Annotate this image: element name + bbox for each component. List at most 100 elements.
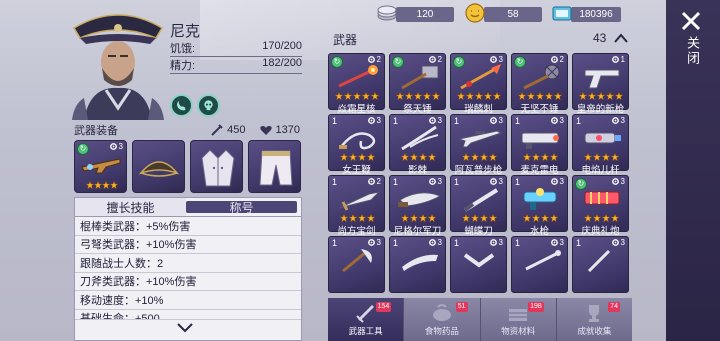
machete-icon: [398, 192, 442, 207]
weapon-cell[interactable]: 1 3 麦克雷电: [511, 114, 568, 176]
character-portrait[interactable]: [70, 8, 166, 120]
chevron-down-icon[interactable]: [174, 318, 196, 338]
weapon-cell[interactable]: ↻ 2 焱霜星核: [328, 53, 385, 115]
pants-slot[interactable]: [248, 140, 301, 193]
skill-line: 跟随战士人数：2: [75, 254, 301, 273]
gear-icon: [428, 178, 436, 185]
item-level: 3: [550, 177, 564, 186]
sword-icon: [338, 191, 381, 211]
tab-food-medicine[interactable]: 51 食物药品: [404, 298, 481, 341]
rarity-stars: [583, 214, 620, 222]
tab-weapons-tools[interactable]: 154 武器工具: [328, 298, 405, 341]
slot-stars: [86, 181, 118, 189]
weapon-name: 影棘: [407, 165, 427, 176]
weapon-cell[interactable]: ↻ 2 祭天锤: [389, 53, 446, 115]
weapon-cell[interactable]: 1 3 女王鞭: [328, 114, 385, 176]
rarity-stars: [461, 153, 498, 161]
close-sidebar[interactable]: 关闭: [666, 0, 720, 341]
materials-icon: [509, 309, 528, 321]
weapon-cell[interactable]: 1 3: [572, 236, 629, 293]
ticket-currency[interactable]: 180396: [552, 5, 621, 23]
rarity-stars: [339, 153, 376, 161]
tab-achievements[interactable]: 74 成就收集: [556, 298, 632, 341]
tab-label: 食物药品: [424, 326, 459, 336]
close-label[interactable]: 关闭: [683, 36, 702, 66]
item-level: 3: [489, 55, 503, 64]
item-level: 3: [428, 238, 442, 247]
weapon-cell[interactable]: 1 3: [450, 236, 507, 293]
gear-icon: [550, 239, 558, 246]
energy-label: 精力:: [170, 60, 196, 72]
weapon-cell[interactable]: 1 3 影棘: [389, 114, 446, 176]
hammer-icon: [401, 65, 439, 90]
weapon-cell[interactable]: ↻ 3 瑞麟刺: [450, 53, 507, 115]
item-level: 3: [367, 116, 381, 125]
cannon-icon: [521, 132, 559, 149]
item-level: 3: [428, 116, 442, 125]
rarity-stars: [579, 92, 624, 100]
weapon-cell[interactable]: 1 3 阿瓦普步枪: [450, 114, 507, 176]
coat-slot[interactable]: [190, 140, 243, 193]
skull-status-icon[interactable]: [197, 94, 220, 117]
silver-currency[interactable]: 120: [377, 5, 454, 23]
tab-titles[interactable]: 称号: [186, 201, 297, 215]
weapon-name: 电焰儿杆: [581, 165, 620, 176]
weapon-cell[interactable]: 1 3: [328, 236, 385, 293]
skill-line: 刀斧类武器：+10%伤害: [75, 273, 301, 291]
character-panel: 尼克 饥饿: 170/200 精力: 182/200 武器装备 450 1370…: [0, 0, 310, 341]
item-level: 1: [611, 55, 625, 64]
item-level: 3: [611, 116, 625, 125]
chevron-up-icon[interactable]: [613, 31, 629, 45]
blade-icon: [402, 254, 438, 271]
weapon-cell[interactable]: ↻ 3 庆典礼炮: [572, 175, 629, 237]
gear-icon: [367, 56, 375, 63]
gold-amount: 58: [484, 6, 542, 22]
weapon-cell[interactable]: 1 3 蝴蝶刀: [450, 175, 507, 237]
weapon-cell[interactable]: ↻ 2 无坚不锤: [511, 53, 568, 115]
weapon-cell[interactable]: 1 3: [389, 236, 446, 293]
weapon-name: 庆典礼炮: [581, 226, 620, 237]
gear-icon: [367, 178, 375, 185]
heart-icon: [259, 125, 272, 135]
gear-icon: [550, 117, 558, 124]
tab-skills[interactable]: 擅长技能: [75, 198, 186, 216]
character-name: 尼克: [170, 23, 201, 40]
ticket-amount: 180396: [571, 6, 621, 22]
gear-icon: [550, 178, 558, 185]
gear-icon: [428, 117, 436, 124]
weapon-cell[interactable]: 1 3 尼格尔军刀: [389, 175, 446, 237]
rifle-icon: [81, 158, 121, 174]
weapon-cell[interactable]: 1 2 尚方宝剑: [328, 175, 385, 237]
item-level: 3: [611, 177, 625, 186]
status-effects: [170, 94, 220, 117]
skill-line: 棍棒类武器：+5%伤害: [75, 217, 301, 236]
spear-icon: [460, 64, 501, 90]
weapon-cell[interactable]: 1 3: [511, 236, 568, 293]
close-icon[interactable]: [680, 10, 702, 32]
gear-icon: [428, 56, 436, 63]
tab-badge: 51: [455, 302, 468, 312]
category-tabs: 154 武器工具 51 食物药品 198 物资材料 74 成就收集: [328, 298, 632, 341]
weapon-cell[interactable]: 1 皇帝的新枪: [572, 53, 629, 115]
weapon-cell[interactable]: 1 3 水枪: [511, 175, 568, 237]
weapon-cell[interactable]: 1 3 电焰儿杆: [572, 114, 629, 176]
weapon-name: 麦克雷电: [520, 165, 559, 176]
gold-currency[interactable]: 58: [465, 3, 542, 23]
firework-icon: [584, 191, 620, 205]
stomach-status-icon[interactable]: [170, 94, 193, 117]
spiked-hammer-icon: [523, 64, 560, 90]
attack-value: 450: [227, 124, 246, 136]
equipment-slots: ↻ 3: [74, 140, 301, 193]
item-level: 3: [550, 238, 564, 247]
rarity-stars: [339, 214, 376, 222]
weapon-name: 祭天锤: [403, 104, 432, 115]
gear-icon: [489, 56, 497, 63]
weapon-slot[interactable]: ↻ 3: [74, 140, 127, 193]
weapon-name: 水枪: [529, 226, 549, 237]
sword-icon: [355, 305, 374, 323]
tab-materials[interactable]: 198 物资材料: [480, 298, 557, 341]
item-level: 2: [550, 55, 564, 64]
hat-slot[interactable]: [132, 140, 185, 193]
gear-icon: [611, 117, 619, 124]
gear-icon: [109, 143, 117, 150]
